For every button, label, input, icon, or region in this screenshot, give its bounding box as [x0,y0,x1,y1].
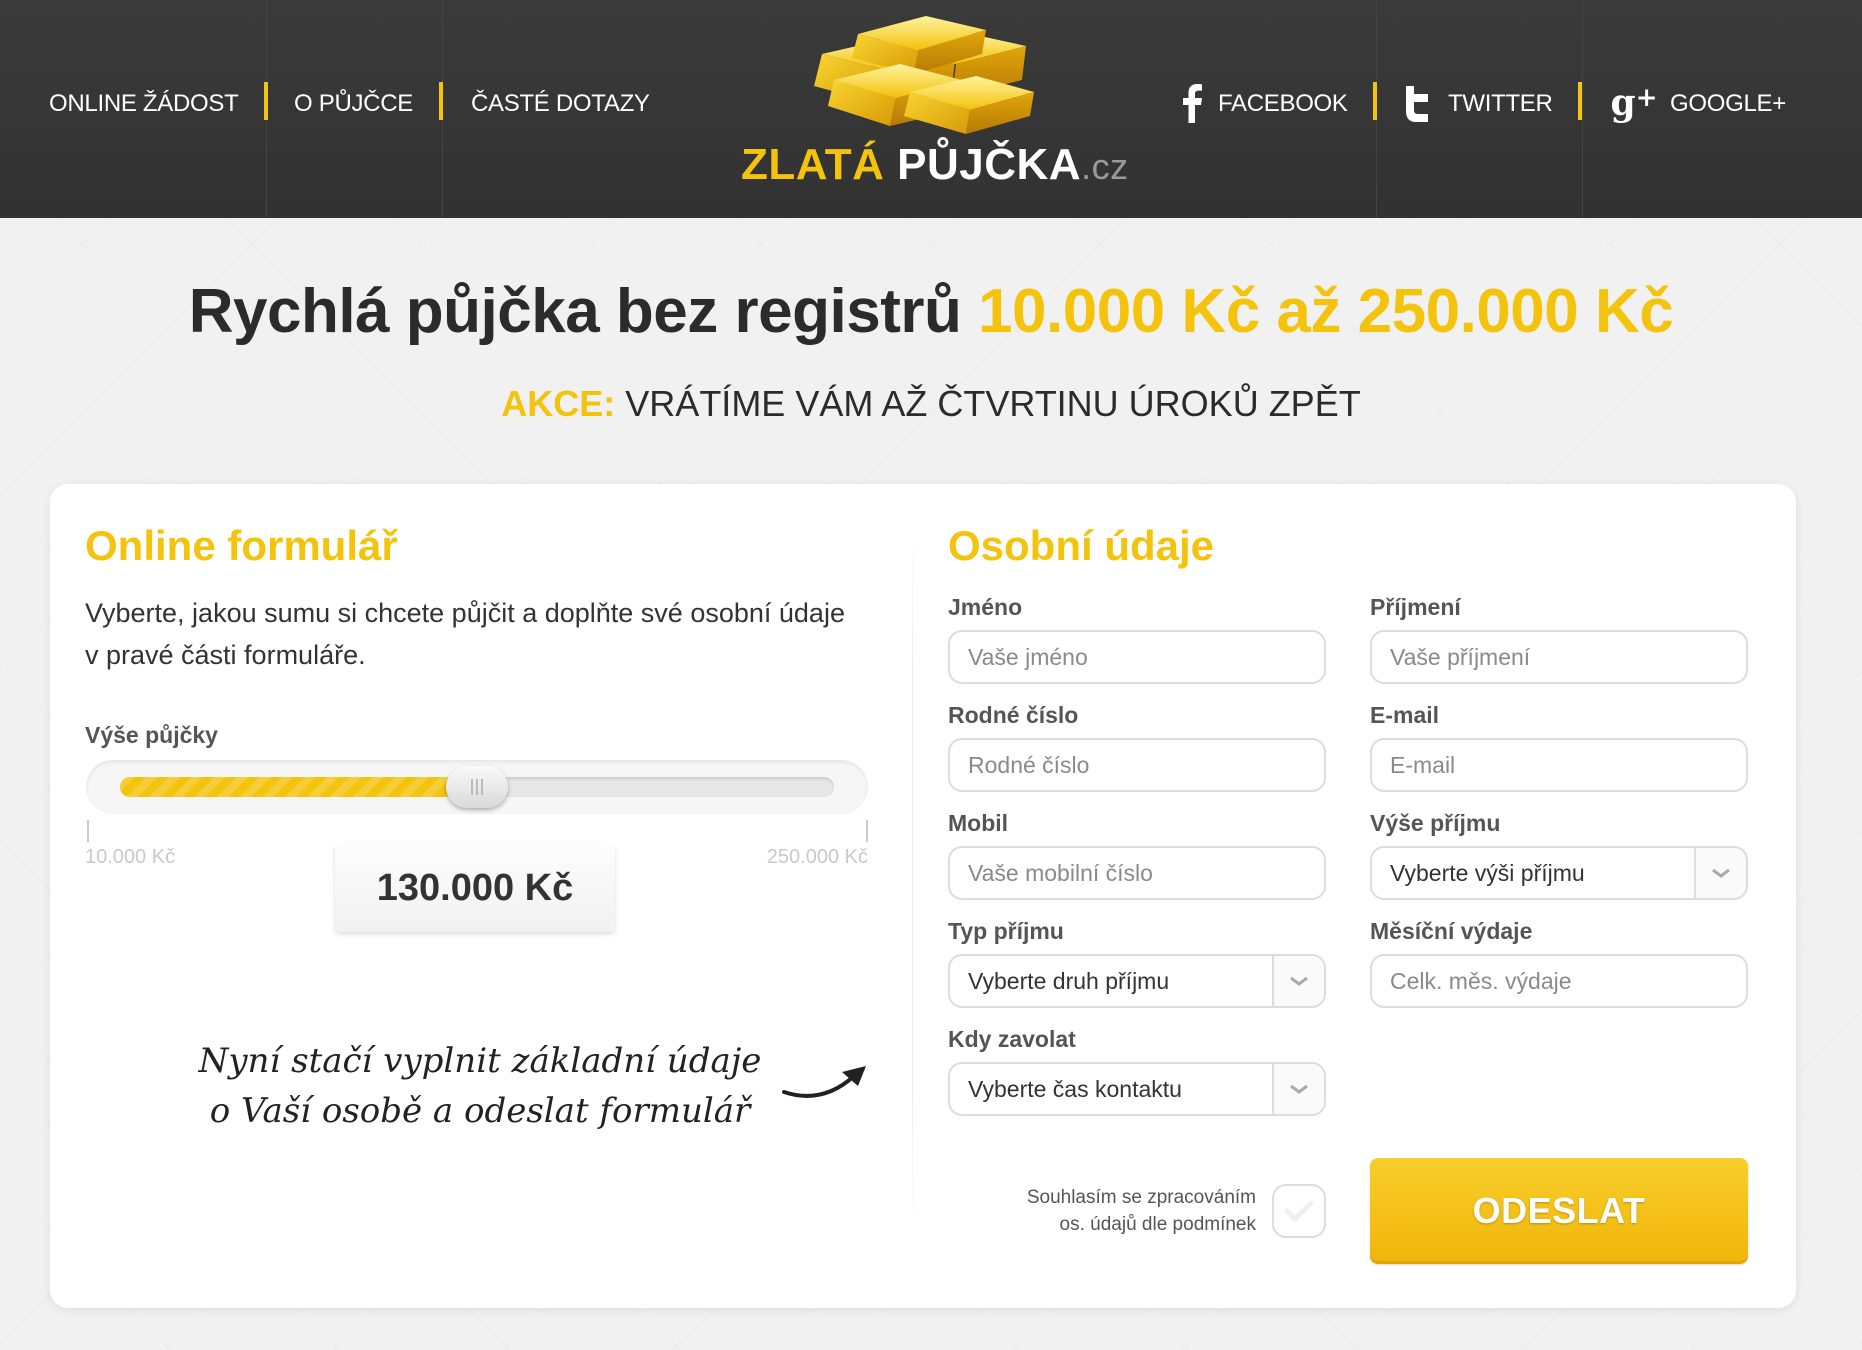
site-header: ONLINE ŽÁDOST O PŮJČCE ČASTÉ DOTAZY ZLAT… [0,0,1862,218]
nav-caste-dotazy[interactable]: ČASTÉ DOTAZY [471,88,650,120]
email-label: E-mail [1370,702,1440,728]
income-type-select[interactable]: Vyberte druh příjmu [948,954,1326,1008]
income-amount-select[interactable]: Vyberte výši příjmu [1370,846,1748,900]
nav-separator [1578,82,1582,120]
first-name-input[interactable] [948,630,1326,684]
birth-number-input[interactable] [948,738,1326,792]
personal-data-title: Osobní údaje [948,522,1215,569]
headline-amount-range: 10.000 Kč až 250.000 Kč [978,277,1674,346]
last-name-label: Příjmení [1370,594,1461,620]
chevron-down-icon[interactable] [1272,956,1324,1006]
instruction-note: Nyní stačí vyplnit základní údaje o Vaší… [150,1036,810,1136]
submit-button[interactable]: ODESLAT [1370,1158,1748,1264]
headline-text: Rychlá půjčka bez registrů [188,277,979,346]
check-icon [1284,1200,1314,1223]
income-type-label: Typ příjmu [948,918,1064,944]
curved-arrow-icon [782,1066,866,1098]
logo-word-zlata: ZLATÁ [741,140,885,189]
loan-amount-label: Výše půjčky [85,722,218,748]
nav-facebook[interactable]: FACEBOOK [1218,88,1348,120]
promo-line: AKCE: VRÁTÍME VÁM AŽ ČTVRTINU ÚROKŮ ZPĚT [0,383,1862,425]
loan-amount-slider[interactable] [86,760,868,814]
promo-text: VRÁTÍME VÁM AŽ ČTVRTINU ÚROKŮ ZPĚT [615,383,1361,424]
call-time-selected: Vyberte čas kontaktu [968,1076,1182,1102]
instruction-note-line2: o Vaší osobě a odeslat formulář [209,1091,751,1131]
mobile-label: Mobil [948,810,1009,836]
slider-handle[interactable] [446,766,508,808]
income-amount-selected: Vyberte výši příjmu [1390,860,1585,886]
chevron-down-icon[interactable] [1694,848,1746,898]
card-divider [912,520,913,1240]
slider-max-label: 250.000 Kč [766,846,868,868]
nav-google-plus[interactable]: GOOGLE+ [1670,88,1786,120]
slider-max-tick [866,820,868,842]
nav-separator [1373,82,1377,120]
mobile-input[interactable] [948,846,1326,900]
loan-amount-value: 130.000 Kč [335,844,615,932]
facebook-icon[interactable] [1172,82,1212,124]
income-type-selected: Vyberte druh příjmu [968,968,1170,994]
nav-separator [264,82,268,120]
slider-fill [120,777,477,797]
twitter-icon[interactable] [1398,82,1438,124]
logo-wordmark[interactable]: ZLATÁ PŮJČKA.cz [741,140,1129,190]
slider-min-tick [87,820,89,842]
nav-separator [439,82,443,120]
last-name-input[interactable] [1370,630,1748,684]
income-amount-label: Výše příjmu [1370,810,1501,836]
call-time-select[interactable]: Vyberte čas kontaktu [948,1062,1326,1116]
logo-tld: .cz [1081,146,1129,187]
monthly-expenses-input[interactable] [1370,954,1748,1008]
online-form-title: Online formulář [85,522,398,569]
first-name-label: Jméno [948,594,1023,620]
chevron-down-icon[interactable] [1272,1064,1324,1114]
header-divider [1582,0,1583,218]
page-headline: Rychlá půjčka bez registrů 10.000 Kč až … [0,276,1862,347]
email-input[interactable] [1370,738,1748,792]
logo-word-pujcka: PŮJČKA [884,140,1082,189]
consent-text: Souhlasím se zpracováním os. údajů dle p… [960,1184,1256,1238]
promo-prefix: AKCE: [501,383,616,424]
slider-min-label: 10.000 Kč [85,846,176,868]
nav-o-pujcce[interactable]: O PŮJČCE [294,88,413,120]
online-form-description: Vyberte, jakou sumu si chcete půjčit a d… [85,598,845,670]
monthly-expenses-label: Měsíční výdaje [1370,918,1533,944]
consent-line1: Souhlasím se zpracováním [1026,1187,1256,1208]
google-plus-icon[interactable]: g + [1610,82,1658,124]
instruction-note-line1: Nyní stačí vyplnit základní údaje [198,1041,762,1081]
consent-line2: os. údajů dle podmínek [1059,1214,1256,1235]
call-time-label: Kdy zavolat [948,1026,1076,1052]
nav-twitter[interactable]: TWITTER [1448,88,1553,120]
birth-number-label: Rodné číslo [948,702,1079,728]
consent-checkbox[interactable] [1272,1184,1326,1238]
nav-online-zadost[interactable]: ONLINE ŽÁDOST [49,88,239,120]
